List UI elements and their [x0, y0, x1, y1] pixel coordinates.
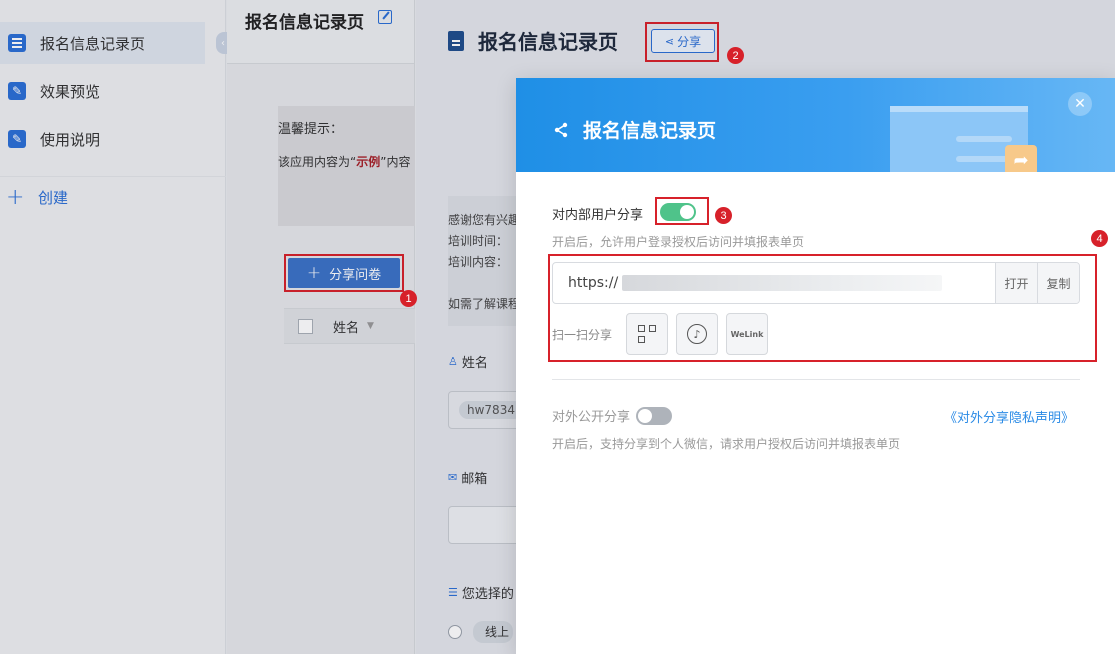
external-share-hint: 开启后，支持分享到个人微信，请求用户授权后访问并填报表单页	[552, 437, 901, 451]
share-button[interactable]: ⋖ 分享	[651, 29, 715, 53]
share-url-field[interactable]: https:// 打开 复制	[552, 262, 1080, 304]
editor-header: 报名信息记录页	[227, 0, 414, 64]
dialog-header: ➦ 报名信息记录页 ✕	[516, 78, 1115, 172]
decorative-line	[956, 136, 1012, 142]
share-icon	[554, 122, 568, 137]
close-icon[interactable]: ✕	[1068, 92, 1092, 116]
share-label: 分享	[677, 34, 702, 49]
open-button[interactable]: 打开	[995, 263, 1037, 303]
annotation-marker-3: 3	[715, 207, 732, 224]
dialog-title-row: 报名信息记录页	[553, 116, 716, 143]
preview-title: 报名信息记录页	[478, 30, 618, 54]
privacy-statement-link[interactable]: 《对外分享隐私声明》	[944, 407, 1074, 426]
editor-panel: 报名信息记录页 温馨提示： 该应用内容为“示例”内容 + 分享问卷 姓名 ▼	[227, 0, 415, 654]
annotation-marker-4: 4	[1091, 230, 1108, 247]
choice-option-tag[interactable]: 线上培训	[473, 621, 513, 643]
internal-share-hint: 开启后，允许用户登录授权后访问并填报表单页	[552, 235, 805, 249]
tip-title: 温馨提示：	[278, 122, 344, 137]
sidebar-item-preview[interactable]: ✎ 效果预览	[0, 70, 100, 112]
editor-title: 报名信息记录页	[245, 13, 364, 33]
divider	[552, 379, 1080, 380]
internal-share-toggle[interactable]	[660, 203, 696, 221]
choice-radio[interactable]	[448, 625, 462, 639]
mini-program-icon: ♪	[687, 324, 708, 344]
tip-box: 温馨提示： 该应用内容为“示例”内容	[278, 106, 415, 226]
share-questionnaire-label: 分享问卷	[329, 267, 382, 283]
decorative-line	[956, 156, 1012, 162]
email-field-label: ✉ 邮箱	[448, 471, 488, 487]
sidebar-item-label: 效果预览	[40, 82, 101, 101]
welink-button[interactable]: WeLink	[726, 313, 769, 355]
share-icon: ⋖	[664, 34, 675, 48]
annotation-box-1: + 分享问卷	[284, 254, 404, 292]
list-icon	[8, 34, 26, 52]
sidebar-item-signup-page[interactable]: 报名信息记录页	[0, 22, 205, 64]
table-header: 姓名 ▼	[284, 308, 415, 344]
scan-share-label: 扫一扫分享	[552, 327, 613, 342]
external-share-label: 对外公开分享	[552, 410, 631, 425]
person-icon: ♙	[448, 355, 458, 368]
document-icon	[448, 30, 464, 51]
annotation-box-2: ⋖ 分享	[645, 22, 719, 62]
share-url-text[interactable]: https://	[553, 263, 995, 303]
qr-code-button[interactable]	[626, 313, 669, 355]
dialog-title: 报名信息记录页	[583, 120, 717, 142]
mini-program-button[interactable]: ♪	[676, 313, 719, 355]
annotation-marker-1: 1	[400, 290, 417, 307]
column-name-header[interactable]: 姓名	[333, 317, 359, 336]
name-field-label: ♙ 姓名	[448, 355, 488, 371]
copy-button[interactable]: 复制	[1037, 263, 1079, 303]
sidebar-item-label: 报名信息记录页	[40, 34, 146, 53]
forward-arrow-icon: ➦	[1005, 145, 1037, 172]
share-dialog: ➦ 报名信息记录页 ✕ 对内部用户分享 开启后，允许用户登录授权后访问并填报表单…	[516, 78, 1115, 654]
scan-share-row: 扫一扫分享 ♪ WeLink	[552, 313, 776, 355]
plus-icon: +	[306, 263, 322, 283]
checklist-icon: ☰	[448, 586, 458, 599]
create-button[interactable]: + 创建	[0, 176, 226, 218]
pen-icon: ✎	[8, 130, 26, 148]
internal-share-row: 对内部用户分享	[552, 204, 643, 223]
annotation-marker-2: 2	[727, 47, 744, 64]
sidebar: 报名信息记录页 ✎ 效果预览 ✎ 使用说明 + 创建	[0, 0, 226, 654]
share-questionnaire-button[interactable]: + 分享问卷	[288, 258, 400, 288]
choice-field-label: ☰ 您选择的	[448, 586, 514, 602]
external-share-toggle[interactable]	[636, 406, 673, 425]
sidebar-item-label: 使用说明	[40, 130, 101, 149]
qr-code-icon	[638, 325, 657, 343]
external-share-row: 对外公开分享	[552, 406, 673, 425]
create-label: 创建	[38, 189, 69, 207]
select-all-checkbox[interactable]	[298, 318, 313, 334]
sort-caret-icon[interactable]: ▼	[367, 321, 374, 331]
preview-title-row: 报名信息记录页	[448, 26, 618, 55]
mail-icon: ✉	[448, 471, 458, 484]
edit-icon[interactable]	[378, 10, 392, 24]
name-value-tag: hw7834	[459, 401, 523, 419]
pen-icon: ✎	[8, 82, 26, 100]
internal-share-label: 对内部用户分享	[552, 208, 644, 223]
plus-icon: +	[6, 185, 25, 210]
annotation-box-3	[655, 197, 709, 225]
tip-text: 该应用内容为“示例”内容	[278, 155, 411, 169]
sidebar-item-instructions[interactable]: ✎ 使用说明	[0, 118, 100, 160]
blurred-url	[622, 275, 943, 291]
